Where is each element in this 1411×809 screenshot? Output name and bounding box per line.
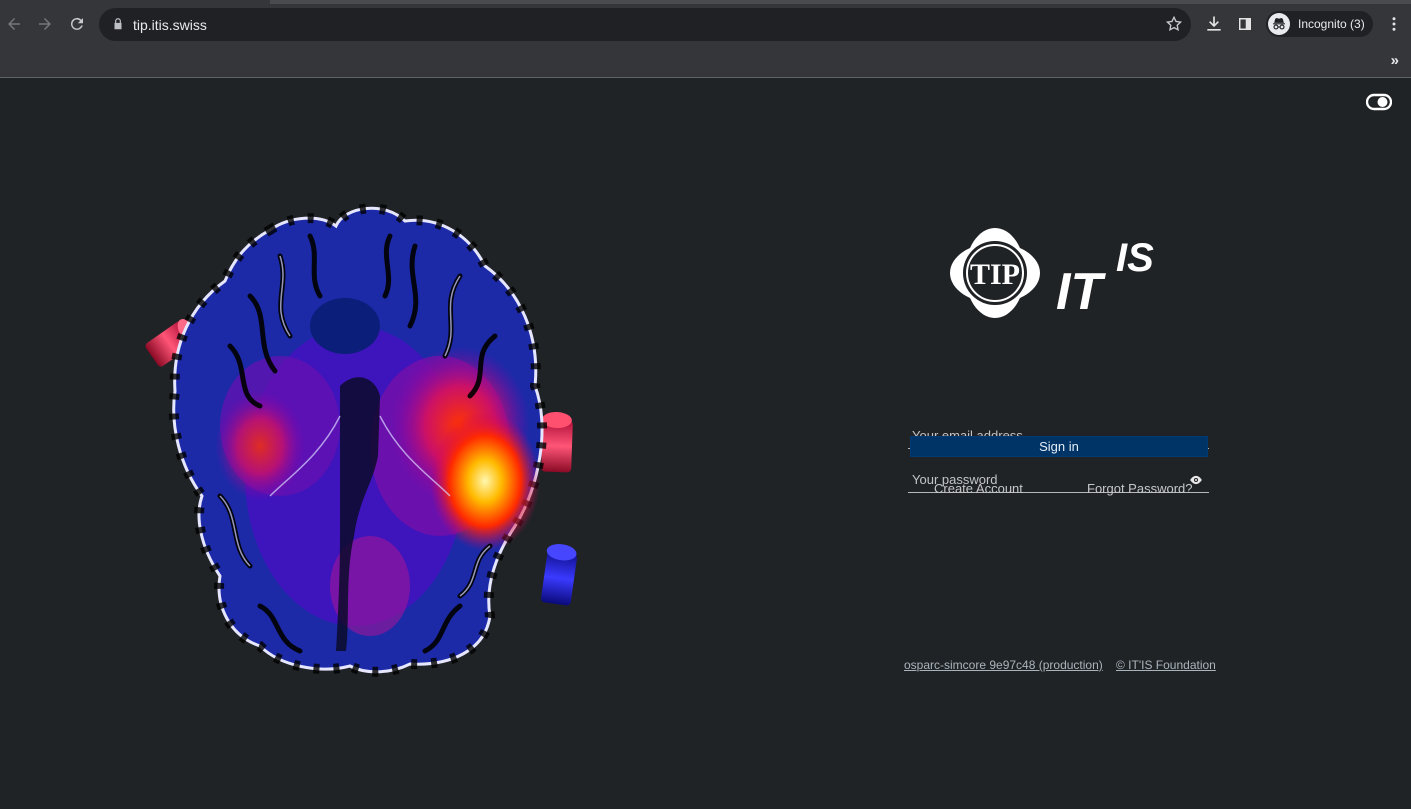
create-account-button[interactable]: Create Account [934, 481, 1023, 496]
bookmarks-bar: » [0, 48, 1411, 78]
reload-icon [70, 17, 83, 30]
forgot-password-button[interactable]: Forgot Password? [1087, 481, 1193, 496]
svg-text:TIP: TIP [970, 258, 1020, 291]
side-panel-icon [1239, 18, 1251, 30]
brain-simulation-image [145, 203, 577, 677]
tab-strip [270, 0, 1411, 4]
incognito-icon [1268, 13, 1290, 35]
browser-toolbar: tip.itis.swiss Incognito (3) [0, 0, 1411, 48]
arrow-left-icon [8, 18, 20, 30]
login-page: TIP IT IS Sign in Create Account Forgot … [0, 78, 1411, 809]
browser-menu-button[interactable] [1384, 14, 1404, 34]
bookmarks-more-button[interactable]: » [1391, 52, 1399, 69]
incognito-profile-button[interactable]: Incognito (3) [1266, 11, 1373, 37]
side-panel-button[interactable] [1235, 14, 1255, 34]
sign-in-button[interactable]: Sign in [910, 436, 1208, 457]
copyright-link[interactable]: © IT'IS Foundation [1116, 658, 1216, 672]
kebab-menu-icon [1392, 17, 1396, 31]
lock-icon [114, 18, 122, 30]
back-button[interactable] [2, 12, 26, 36]
url-text: tip.itis.swiss [133, 17, 207, 33]
arrow-right-icon [39, 18, 51, 30]
svg-text:IT: IT [1056, 263, 1106, 321]
version-link[interactable]: osparc-simcore 9e97c48 (production) [904, 658, 1103, 672]
profile-label: Incognito (3) [1298, 17, 1365, 31]
forward-button[interactable] [33, 12, 57, 36]
reload-button[interactable] [65, 12, 89, 36]
svg-text:IS: IS [1116, 236, 1154, 280]
download-icon [1207, 16, 1221, 31]
bookmark-star-icon[interactable] [1165, 15, 1183, 33]
downloads-button[interactable] [1204, 14, 1224, 34]
tip-itis-logo: TIP IT IS [950, 228, 1154, 321]
theme-toggle-icon[interactable] [1366, 92, 1392, 112]
address-bar[interactable]: tip.itis.swiss [99, 8, 1191, 41]
